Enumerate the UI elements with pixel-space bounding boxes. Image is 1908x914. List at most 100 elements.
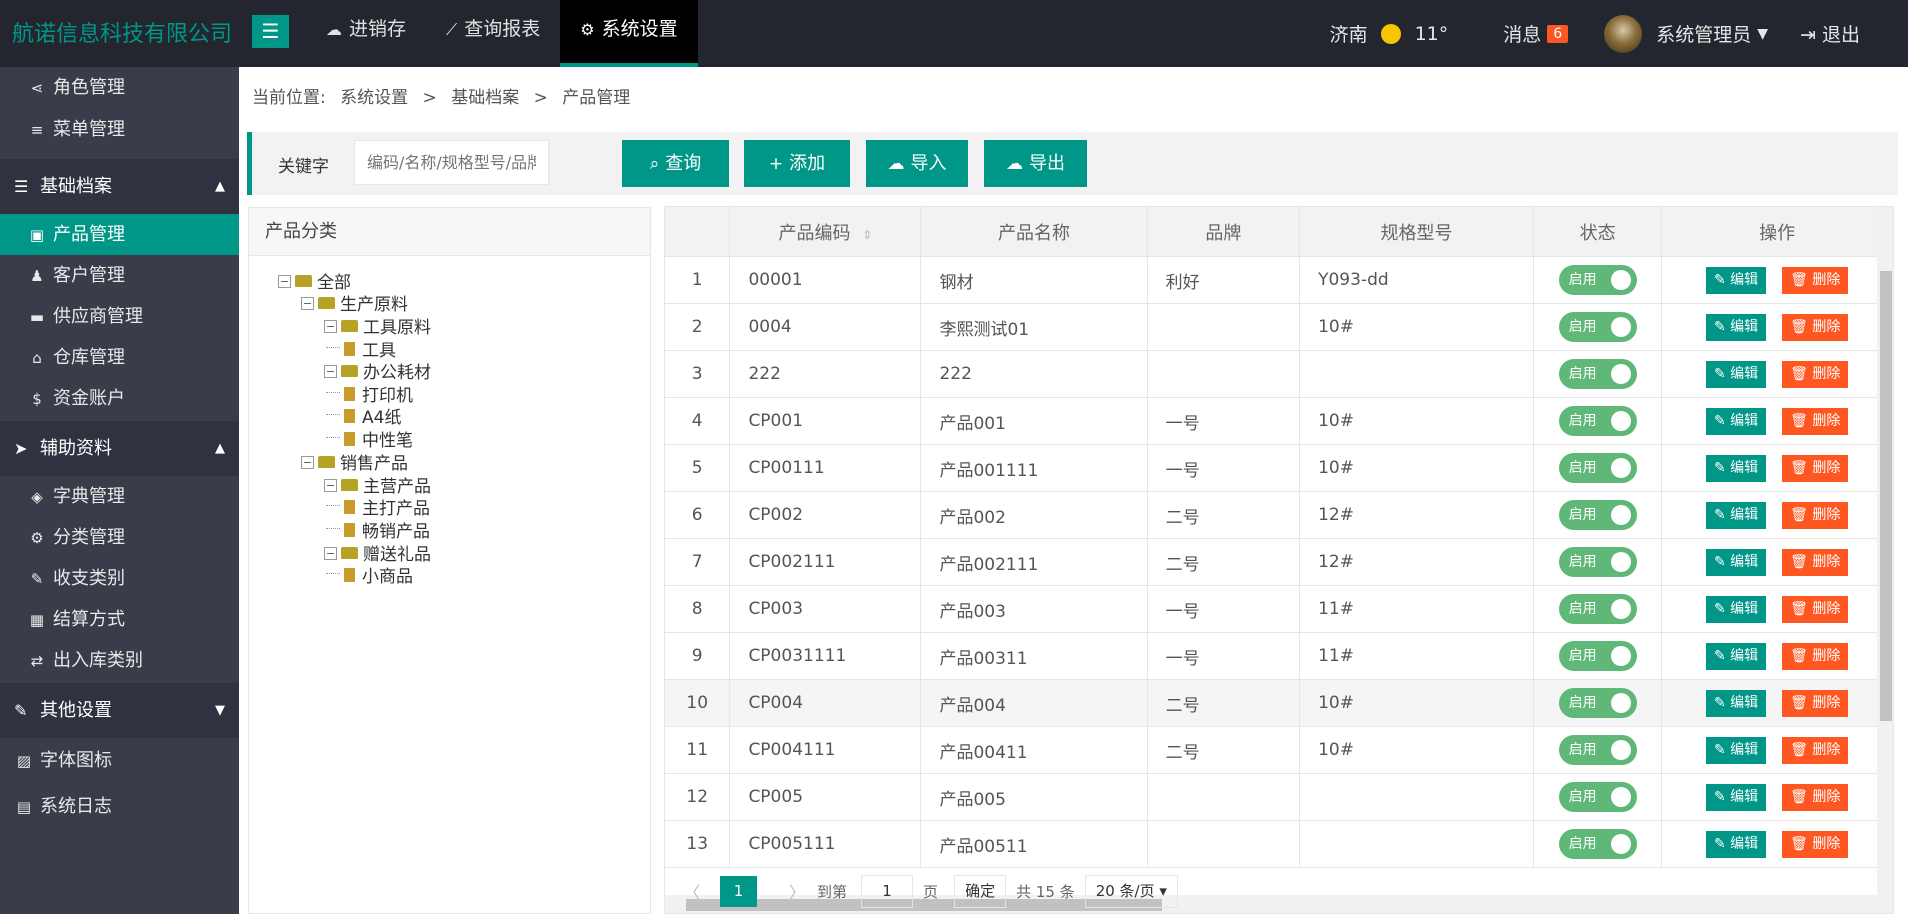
status-toggle[interactable]: 启用 <box>1558 594 1637 624</box>
col-header-code[interactable]: 产品编码 ⇕ <box>729 207 922 257</box>
status-toggle[interactable]: 启用 <box>1558 735 1637 765</box>
status-toggle[interactable]: 启用 <box>1558 688 1637 718</box>
delete-button[interactable]: 🗑 删除 <box>1782 736 1849 764</box>
current-page-button[interactable]: 1 <box>720 875 758 907</box>
sidebar-item-logs[interactable]: ▤ 系统日志 <box>0 784 239 830</box>
status-toggle[interactable]: 启用 <box>1558 265 1637 295</box>
sidebar-group-other[interactable]: ✎ 其他设置 ▼ <box>0 683 239 738</box>
edit-button[interactable]: ✎ 编辑 <box>1705 783 1767 811</box>
sidebar-item-products[interactable]: ▣ 产品管理 <box>0 214 239 255</box>
edit-button[interactable]: ✎ 编辑 <box>1705 266 1767 294</box>
delete-button[interactable]: 🗑 删除 <box>1782 595 1849 623</box>
add-button[interactable]: + 添加 <box>744 140 850 187</box>
topnav-item-reports[interactable]: ⟋ 查询报表 <box>426 0 560 67</box>
tree-node[interactable]: 畅销产品 <box>326 521 430 543</box>
delete-button[interactable]: 🗑 删除 <box>1782 830 1849 858</box>
delete-button[interactable]: 🗑 删除 <box>1782 313 1849 341</box>
goto-page-input[interactable]: 1 <box>861 874 914 908</box>
status-toggle[interactable]: 启用 <box>1558 782 1637 812</box>
next-page-icon[interactable]: 〉 <box>789 879 805 903</box>
tree-node[interactable]: 办公耗材 <box>324 362 431 384</box>
delete-button[interactable]: 🗑 删除 <box>1782 360 1849 388</box>
import-button[interactable]: ☁ 导入 <box>866 140 968 187</box>
tree-node[interactable]: 全部 <box>278 272 351 294</box>
tree-node[interactable]: 销售产品 <box>301 453 408 475</box>
table-row[interactable]: 6 CP002 产品002 二号 12# 启用 ✎ 编辑 🗑 删除 <box>665 491 1893 539</box>
tree-node[interactable]: 工具原料 <box>324 317 431 339</box>
collapse-icon[interactable] <box>278 274 291 288</box>
tree-node[interactable]: 中性笔 <box>326 430 413 452</box>
sidebar-group-basic[interactable]: ☰ 基础档案 ▲ <box>0 159 239 214</box>
status-toggle[interactable]: 启用 <box>1558 406 1637 436</box>
logout-link[interactable]: ⇥ 退出 <box>1800 20 1860 47</box>
table-row[interactable]: 2 0004 李熙测试01 10# 启用 ✎ 编辑 🗑 删除 <box>665 303 1893 351</box>
delete-button[interactable]: 🗑 删除 <box>1782 266 1849 294</box>
edit-button[interactable]: ✎ 编辑 <box>1705 407 1767 435</box>
topnav-item-inventory[interactable]: ☁ 进销存 <box>306 0 426 67</box>
table-row[interactable]: 4 CP001 产品001 一号 10# 启用 ✎ 编辑 🗑 删除 <box>665 397 1893 445</box>
sidebar-item-roles[interactable]: ⋖ 角色管理 <box>0 67 239 109</box>
sidebar-item-font-icons[interactable]: ▨ 字体图标 <box>0 738 239 784</box>
collapse-icon[interactable] <box>301 296 314 310</box>
breadcrumb-item[interactable]: 系统设置 <box>340 88 408 108</box>
keyword-input[interactable] <box>354 140 549 185</box>
status-toggle[interactable]: 启用 <box>1558 829 1637 859</box>
tree-node[interactable]: 工具 <box>326 340 396 362</box>
status-toggle[interactable]: 启用 <box>1558 312 1637 342</box>
query-button[interactable]: ⌕ 查询 <box>622 140 729 187</box>
delete-button[interactable]: 🗑 删除 <box>1782 548 1849 576</box>
tree-node[interactable]: 小商品 <box>326 566 413 588</box>
table-row[interactable]: 10 CP004 产品004 二号 10# 启用 ✎ 编辑 🗑 删除 <box>665 679 1893 727</box>
sidebar-item-menus[interactable]: ≡ 菜单管理 <box>0 109 239 159</box>
edit-button[interactable]: ✎ 编辑 <box>1705 830 1767 858</box>
sidebar-item-categories[interactable]: ⚙ 分类管理 <box>0 517 239 558</box>
messages-link[interactable]: 消息 6 <box>1503 20 1569 47</box>
sidebar-item-dictionary[interactable]: ◈ 字典管理 <box>0 476 239 517</box>
sort-icon[interactable]: ⇕ <box>862 228 872 242</box>
sidebar-item-suppliers[interactable]: ▬ 供应商管理 <box>0 296 239 337</box>
user-menu[interactable]: 系统管理员 ▼ <box>1604 14 1768 53</box>
edit-button[interactable]: ✎ 编辑 <box>1705 642 1767 670</box>
sidebar-item-customers[interactable]: ♟ 客户管理 <box>0 255 239 296</box>
collapse-icon[interactable] <box>324 364 337 378</box>
status-toggle[interactable]: 启用 <box>1558 453 1637 483</box>
edit-button[interactable]: ✎ 编辑 <box>1705 736 1767 764</box>
delete-button[interactable]: 🗑 删除 <box>1782 407 1849 435</box>
tree-node[interactable]: 打印机 <box>326 385 413 407</box>
tree-node[interactable]: 生产原料 <box>301 294 408 316</box>
goto-confirm-button[interactable]: 确定 <box>954 874 1007 908</box>
table-row[interactable]: 11 CP004111 产品00411 二号 10# 启用 ✎ 编辑 🗑 删除 <box>665 726 1893 774</box>
delete-button[interactable]: 🗑 删除 <box>1782 501 1849 529</box>
edit-button[interactable]: ✎ 编辑 <box>1705 313 1767 341</box>
tree-node[interactable]: 主打产品 <box>326 498 430 520</box>
edit-button[interactable]: ✎ 编辑 <box>1705 548 1767 576</box>
delete-button[interactable]: 🗑 删除 <box>1782 642 1849 670</box>
breadcrumb-item[interactable]: 基础档案 <box>451 88 519 108</box>
collapse-icon[interactable] <box>324 546 337 560</box>
topnav-item-settings[interactable]: ⚙ 系统设置 <box>560 0 698 67</box>
table-row[interactable]: 1 00001 钢材 利好 Y093-dd 启用 ✎ 编辑 🗑 删除 <box>665 256 1893 304</box>
tree-node[interactable]: 赠送礼品 <box>324 544 431 566</box>
vertical-scrollbar[interactable] <box>1877 207 1893 895</box>
table-row[interactable]: 3 222 222 启用 ✎ 编辑 🗑 删除 <box>665 350 1893 398</box>
edit-button[interactable]: ✎ 编辑 <box>1705 360 1767 388</box>
edit-button[interactable]: ✎ 编辑 <box>1705 501 1767 529</box>
table-row[interactable]: 9 CP0031111 产品00311 一号 11# 启用 ✎ 编辑 🗑 删除 <box>665 632 1893 680</box>
table-row[interactable]: 13 CP005111 产品00511 启用 ✎ 编辑 🗑 删除 <box>665 820 1893 868</box>
tree-node[interactable]: 主营产品 <box>324 476 431 498</box>
table-row[interactable]: 8 CP003 产品003 一号 11# 启用 ✎ 编辑 🗑 删除 <box>665 585 1893 633</box>
sidebar-item-settlement[interactable]: ▦ 结算方式 <box>0 599 239 640</box>
delete-button[interactable]: 🗑 删除 <box>1782 689 1849 717</box>
page-size-select[interactable]: 20 条/页 ▾ <box>1084 874 1178 908</box>
sidebar-group-auxiliary[interactable]: ➤ 辅助资料 ▲ <box>0 421 239 476</box>
sidebar-item-accounts[interactable]: $ 资金账户 <box>0 378 239 419</box>
tree-node[interactable]: A4纸 <box>326 407 401 429</box>
table-row[interactable]: 5 CP00111 产品001111 一号 10# 启用 ✎ 编辑 🗑 删除 <box>665 444 1893 492</box>
status-toggle[interactable]: 启用 <box>1558 547 1637 577</box>
sidebar-item-stock-types[interactable]: ⇄ 出入库类别 <box>0 640 239 681</box>
edit-button[interactable]: ✎ 编辑 <box>1705 454 1767 482</box>
collapse-icon[interactable] <box>324 478 337 492</box>
table-row[interactable]: 7 CP002111 产品002111 二号 12# 启用 ✎ 编辑 🗑 删除 <box>665 538 1893 586</box>
delete-button[interactable]: 🗑 删除 <box>1782 454 1849 482</box>
status-toggle[interactable]: 启用 <box>1558 500 1637 530</box>
